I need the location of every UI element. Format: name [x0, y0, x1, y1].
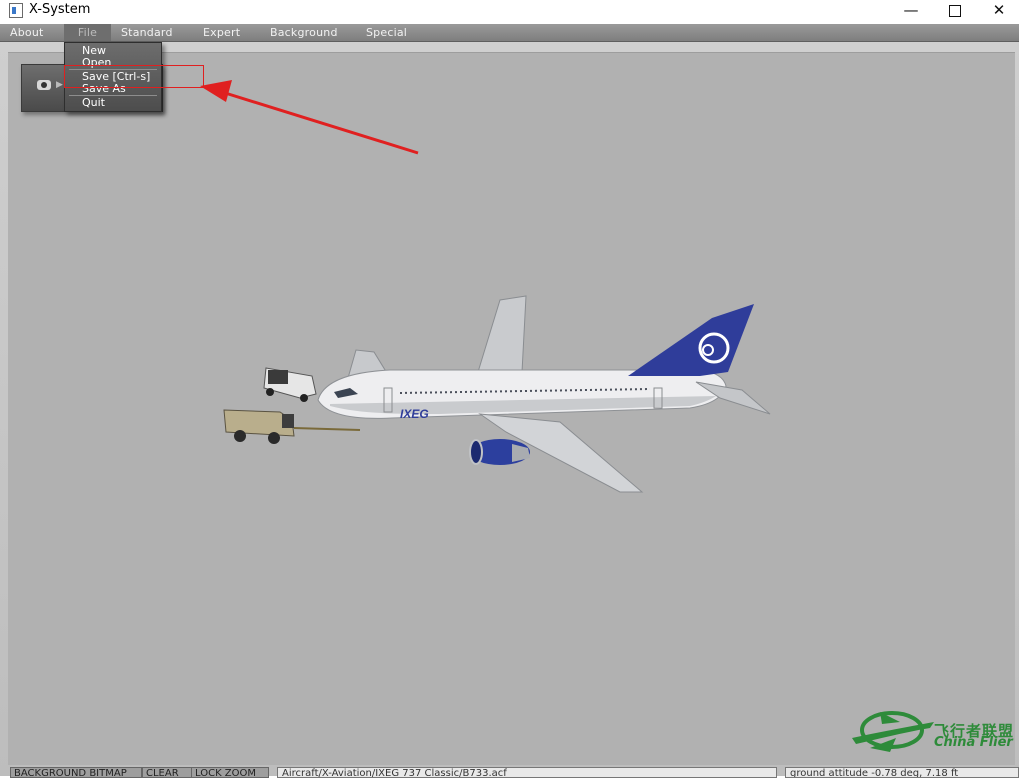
annotation-arrow	[200, 80, 419, 155]
background-bitmap-button[interactable]: BACKGROUND BITMAP	[10, 767, 142, 778]
aircraft-path-field: Aircraft/X-Aviation/IXEG 737 Classic/B73…	[277, 767, 777, 778]
menu-item-quit[interactable]: Quit	[82, 97, 105, 109]
watermark-english: China Flier	[934, 735, 1013, 750]
attitude-readout: ground attitude -0.78 deg, 7.18 ft	[785, 767, 1019, 778]
baggage-cart	[263, 367, 317, 402]
annotation-highlight-box	[64, 65, 204, 88]
aircraft-b737	[317, 295, 771, 493]
scene-drawing: IXEG	[200, 80, 934, 752]
pushback-tug	[223, 409, 361, 444]
clear-button[interactable]: CLEAR	[142, 767, 192, 778]
lock-zoom-button[interactable]: LOCK ZOOM	[191, 767, 269, 778]
watermark-logo	[852, 711, 934, 752]
livery-text: IXEG	[400, 407, 429, 421]
